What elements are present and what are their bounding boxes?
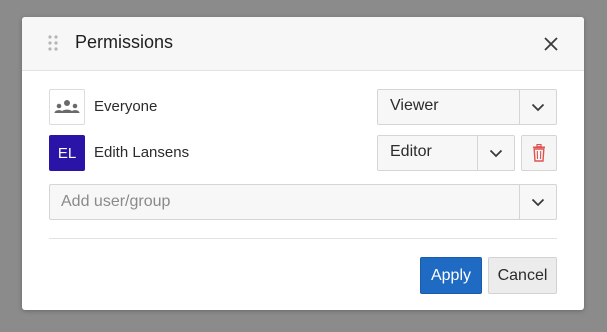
permissions-dialog: Permissions Everyone Viewer EL Edith Lan… <box>22 17 584 310</box>
chevron-down-icon <box>531 103 545 111</box>
permission-name: Everyone <box>94 98 158 115</box>
avatar: EL <box>49 135 85 171</box>
dialog-header: Permissions <box>22 17 584 71</box>
role-select-toggle[interactable] <box>477 136 514 170</box>
divider <box>49 238 557 239</box>
permission-row-everyone: Everyone Viewer <box>49 89 557 125</box>
cancel-button[interactable]: Cancel <box>488 257 557 294</box>
role-select-value: Editor <box>390 143 432 160</box>
apply-button[interactable]: Apply <box>420 257 482 294</box>
role-select[interactable]: Editor <box>377 135 515 171</box>
chevron-down-icon <box>531 198 545 206</box>
permission-name: Edith Lansens <box>94 144 190 161</box>
delete-button[interactable] <box>521 135 557 171</box>
chevron-down-icon <box>489 149 503 157</box>
role-select-toggle[interactable] <box>519 90 556 124</box>
avatar <box>49 89 85 125</box>
group-icon <box>54 100 80 113</box>
trash-icon <box>533 144 545 162</box>
add-user-group-toggle[interactable] <box>519 185 556 219</box>
dialog-title: Permissions <box>75 32 174 52</box>
avatar-initials: EL <box>57 144 77 162</box>
add-user-group-select[interactable]: Add user/group <box>49 184 557 220</box>
add-user-group-placeholder: Add user/group <box>61 193 171 210</box>
close-icon <box>544 37 558 51</box>
role-select-value: Viewer <box>390 97 439 114</box>
close-button[interactable] <box>540 33 562 55</box>
role-select[interactable]: Viewer <box>377 89 557 125</box>
permission-row-user: EL Edith Lansens Editor <box>49 135 557 171</box>
drag-handle-icon[interactable] <box>48 35 58 51</box>
